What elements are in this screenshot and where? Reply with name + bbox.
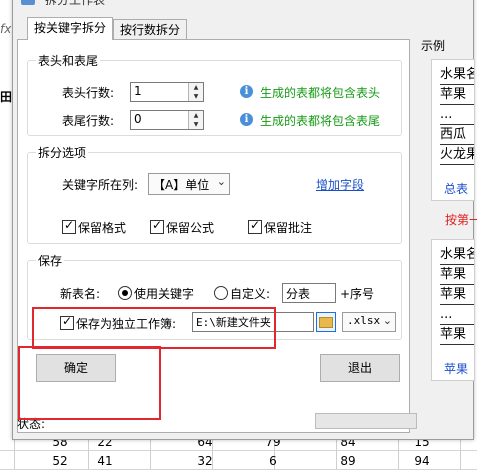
file-extension-value: .xlsx (347, 314, 381, 327)
example-row: 火龙果 (440, 146, 474, 165)
keep-comment-label: 保留批注 (264, 221, 313, 235)
use-keyword-label: 使用关键字 (134, 287, 195, 301)
keep-formula-label: 保留公式 (166, 221, 215, 235)
file-extension-select[interactable]: .xlsx ⌄ (342, 312, 396, 332)
sheet-cell: 6 (269, 454, 277, 468)
custom-name-input[interactable]: 分表 (282, 283, 336, 303)
browse-folder-button[interactable] (316, 312, 336, 332)
tab-split-by-rows[interactable]: 按行数拆分 (113, 19, 188, 40)
check-icon: ✓ (64, 218, 75, 232)
key-column-select[interactable]: 【A】单位 ⌄ (148, 173, 230, 195)
example-sheet-tab: 总表 (444, 182, 469, 196)
use-keyword-radio[interactable] (118, 286, 132, 300)
info-icon: i (240, 113, 253, 126)
example-caption: 按第一 (445, 213, 477, 227)
key-column-label: 关键字所在列: (62, 178, 139, 192)
example-title: 示例 (421, 39, 446, 53)
example-row: 水果名 (440, 246, 474, 265)
arrow-up-icon[interactable]: ▲ (189, 83, 203, 92)
keep-comment-checkbox[interactable]: ✓ (248, 218, 262, 234)
dialog-titlebar: 拆分工作表 (13, 0, 473, 7)
annotation-highlight (32, 307, 276, 349)
progress-bar (315, 413, 417, 429)
footer-rows-stepper[interactable]: 0 ▲ ▼ (130, 110, 204, 130)
chevron-down-icon: ⌄ (382, 314, 392, 327)
radio-dot (122, 290, 128, 296)
fx-icon: fx (0, 22, 12, 36)
example-source-sheet: 水果名 苹果 ... 西瓜 火龙果 总表 (431, 59, 475, 201)
example-sheet-tab: 苹果 (444, 362, 469, 376)
example-row: ... (440, 106, 474, 125)
footer-rows-value: 0 (134, 112, 142, 126)
arrow-up-icon[interactable]: ▲ (189, 111, 203, 120)
example-row: 苹果 (440, 326, 474, 345)
example-row: 苹果 (440, 286, 474, 305)
header-rows-value: 1 (134, 84, 142, 98)
header-rows-stepper[interactable]: 1 ▲ ▼ (130, 82, 204, 102)
save-legend: 保存 (38, 254, 63, 268)
check-icon: ✓ (152, 218, 163, 232)
folder-icon (319, 317, 333, 328)
example-row: 西瓜 (440, 126, 474, 145)
custom-name-radio[interactable] (214, 286, 228, 300)
sheet-cell: 89 (340, 454, 356, 468)
stepper-arrows[interactable]: ▲ ▼ (188, 83, 203, 101)
example-row: 苹果 (440, 86, 474, 105)
key-column-value: 【A】单位 (153, 178, 210, 192)
info-icon: i (240, 85, 253, 98)
header-rows-label: 表头行数: (62, 86, 115, 100)
keep-formula-checkbox[interactable]: ✓ (150, 218, 164, 234)
arrow-down-icon[interactable]: ▼ (189, 92, 203, 101)
check-icon: ✓ (250, 218, 261, 232)
chevron-down-icon: ⌄ (216, 175, 226, 188)
example-row: ... (440, 306, 474, 325)
annotation-highlight (18, 346, 161, 420)
custom-name-label: 自定义: (230, 287, 271, 301)
custom-name-value: 分表 (286, 287, 311, 301)
serial-suffix-label: +序号 (340, 287, 375, 301)
tab-split-by-keyword[interactable]: 按关键字拆分 (27, 17, 114, 40)
sheet-column-fragment: 田 (0, 90, 13, 104)
header-footer-legend: 表头和表尾 (38, 54, 99, 68)
keep-format-checkbox[interactable]: ✓ (62, 218, 76, 234)
stepper-arrows[interactable]: ▲ ▼ (188, 111, 203, 129)
exit-button[interactable]: 退出 (320, 354, 400, 382)
sheet-name-label: 新表名: (60, 287, 101, 301)
keep-format-label: 保留格式 (78, 221, 127, 235)
split-options-legend: 拆分选项 (38, 146, 87, 160)
sheet-cell: 41 (97, 454, 113, 468)
sheet-cell: 32 (197, 454, 213, 468)
add-field-link[interactable]: 增加字段 (316, 176, 364, 193)
app-icon (21, 0, 35, 5)
example-result-sheet: 水果名 苹果 苹果 ... 苹果 苹果 (431, 239, 475, 381)
dialog-title: 拆分工作表 (45, 0, 106, 7)
footer-rows-label: 表尾行数: (62, 114, 115, 128)
sheet-cell: 94 (414, 454, 430, 468)
example-row: 水果名 (440, 66, 474, 85)
footer-hint: 生成的表都将包含表尾 (260, 114, 381, 128)
example-row: 苹果 (440, 266, 474, 285)
arrow-down-icon[interactable]: ▼ (189, 120, 203, 129)
header-hint: 生成的表都将包含表头 (260, 86, 381, 100)
